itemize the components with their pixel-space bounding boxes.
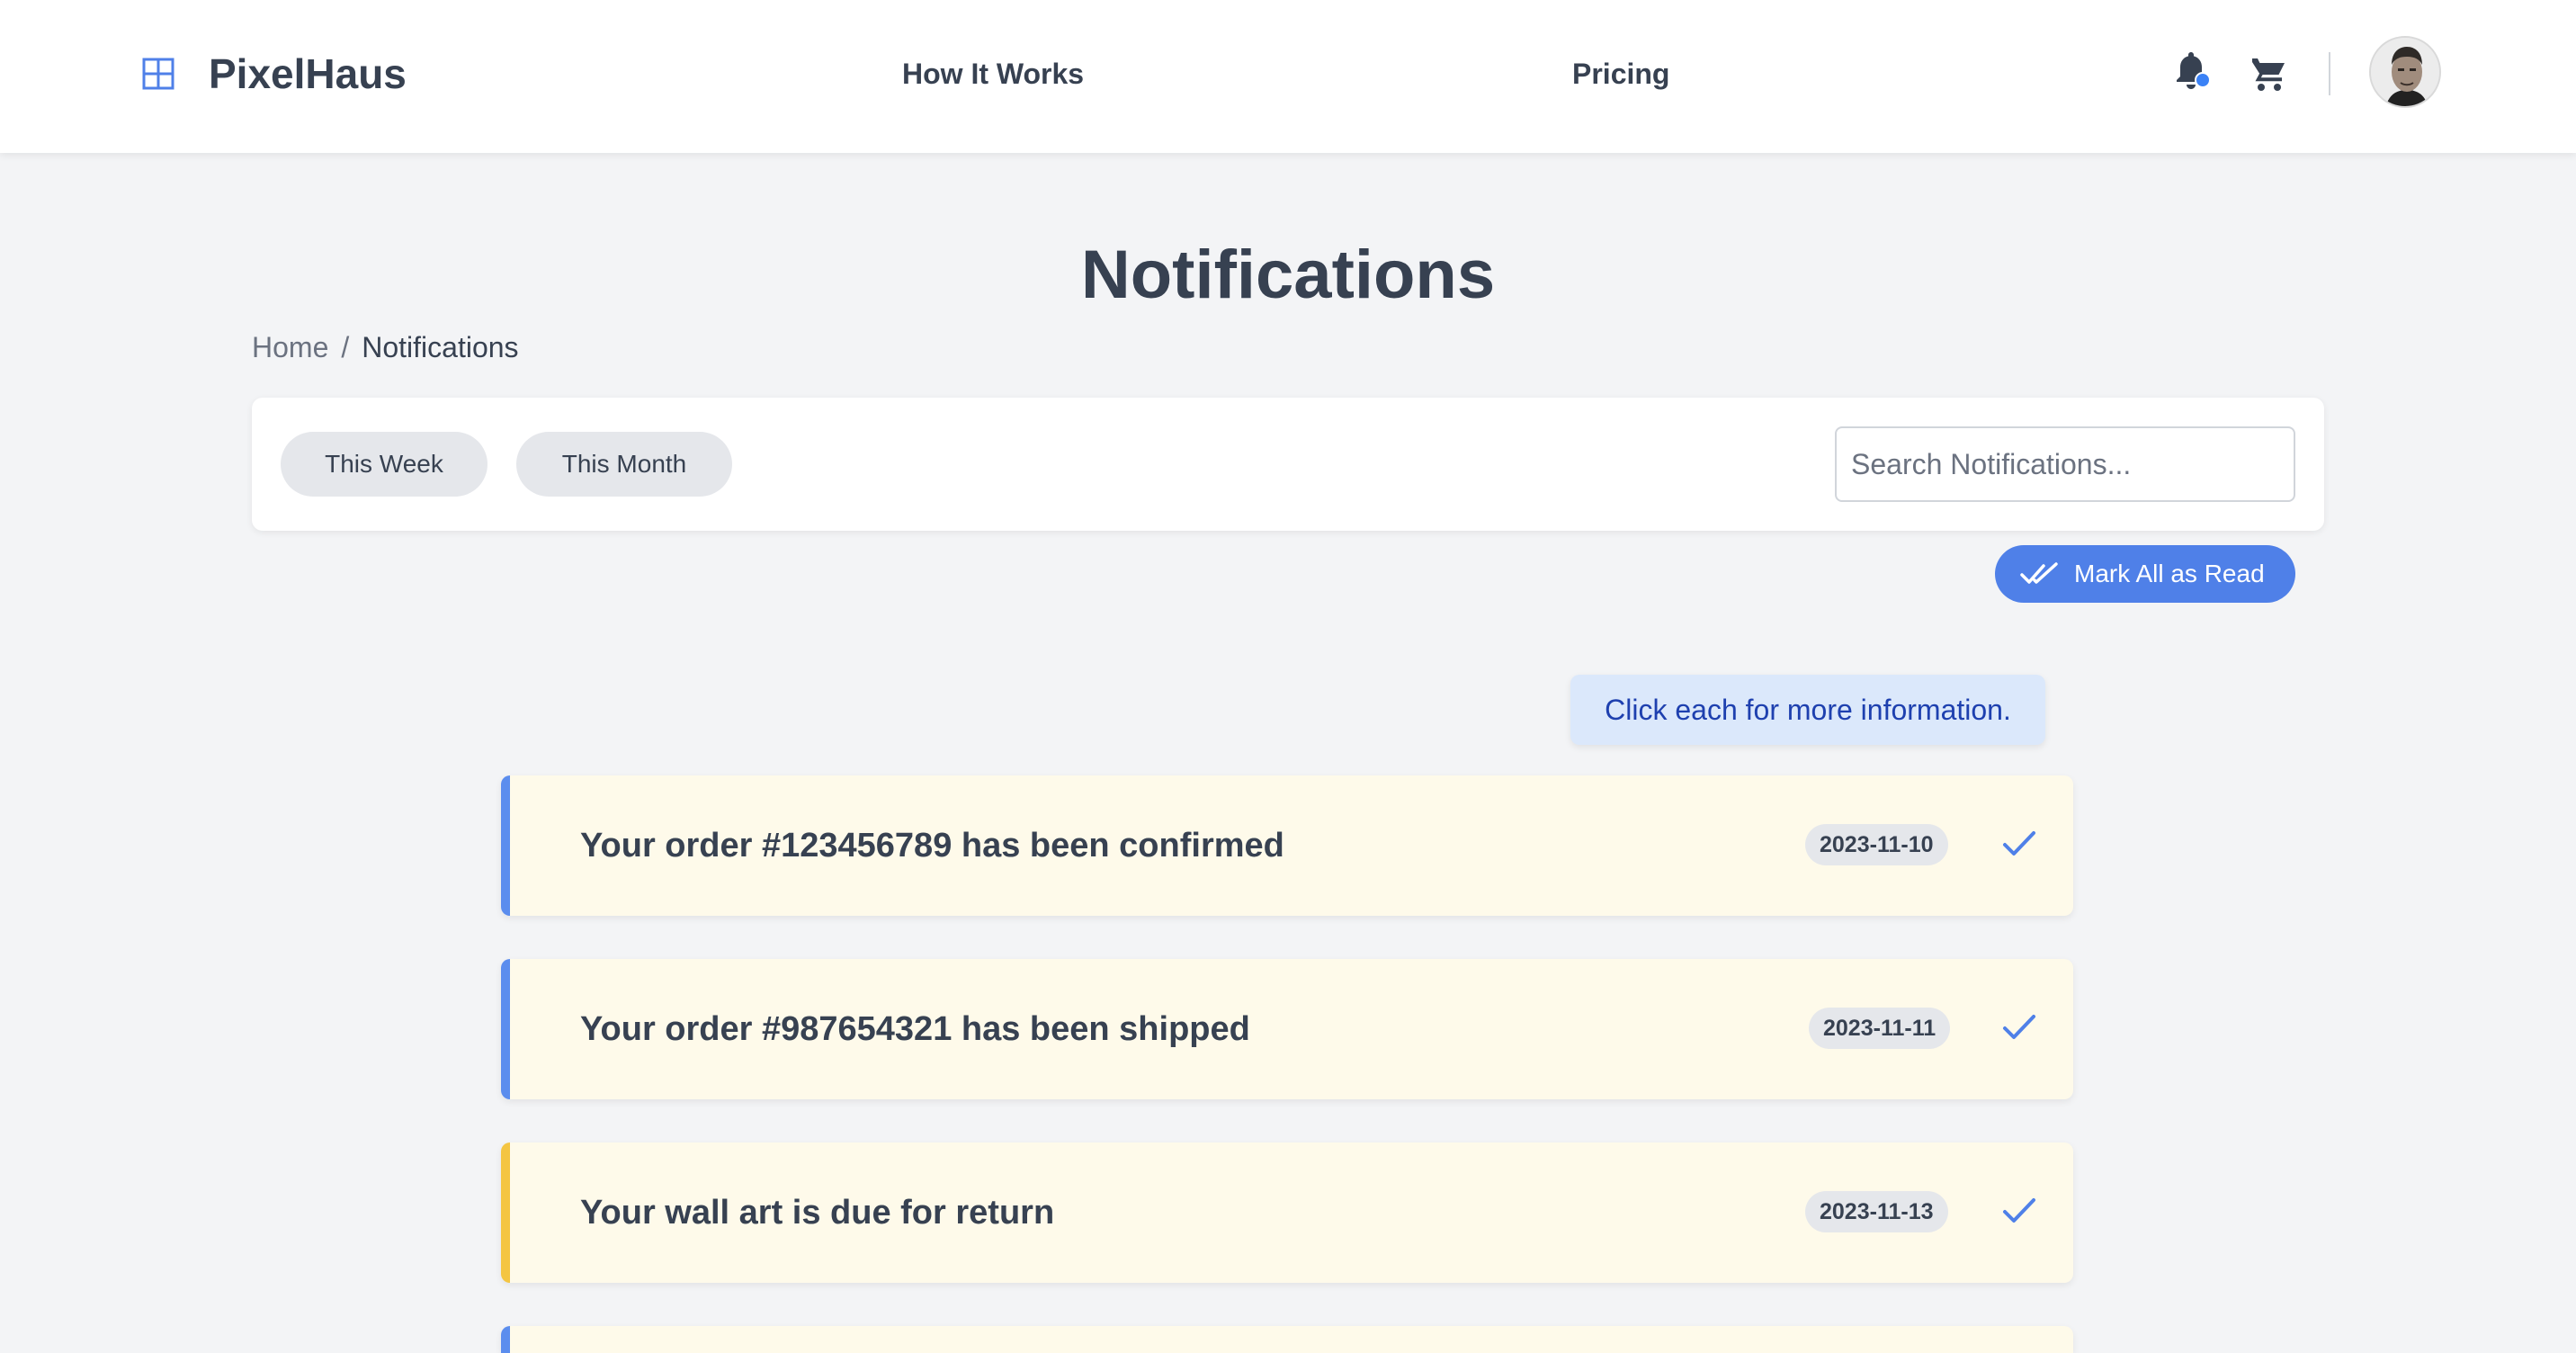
check-icon[interactable]: [2001, 826, 2037, 862]
check-icon[interactable]: [2001, 1009, 2037, 1045]
nav-divider: [2329, 52, 2330, 95]
notification-text: Your order #987654321 has been shipped: [580, 1010, 1250, 1048]
notification-card[interactable]: Your wall art is due for return 2023-11-…: [501, 1142, 2073, 1283]
avatar[interactable]: [2369, 36, 2441, 108]
breadcrumb: Home / Notifications: [252, 329, 519, 365]
breadcrumb-home[interactable]: Home: [252, 331, 328, 363]
top-navbar: PixelHaus How It Works Pricing: [0, 0, 2576, 153]
avatar-image: [2371, 38, 2439, 106]
check-icon[interactable]: [2001, 1193, 2037, 1229]
breadcrumb-separator: /: [341, 331, 350, 363]
nav-link-pricing[interactable]: Pricing: [1572, 58, 1669, 90]
grid-icon[interactable]: [142, 58, 174, 90]
notification-card[interactable]: Your order #123456789 has been confirmed…: [501, 775, 2073, 916]
date-badge: 2023-11-10: [1805, 824, 1948, 865]
notification-text: Your order #123456789 has been confirmed: [580, 827, 1284, 865]
date-badge: 2023-11-13: [1805, 1191, 1948, 1232]
breadcrumb-current: Notifications: [362, 331, 519, 363]
cart-icon[interactable]: [2249, 54, 2288, 94]
nav-link-how-it-works[interactable]: How It Works: [902, 58, 1084, 90]
notification-dot: [2195, 72, 2211, 88]
filter-this-month-button[interactable]: This Month: [516, 432, 732, 497]
content-top-edge: [252, 153, 2324, 166]
brand-name[interactable]: PixelHaus: [209, 50, 407, 97]
notification-card[interactable]: Your order #987654321 has been shipped 2…: [501, 959, 2073, 1099]
filter-this-week-button[interactable]: This Week: [281, 432, 487, 497]
filter-bar: This Week This Month: [252, 398, 2324, 531]
notification-text: Your wall art is due for return: [580, 1194, 1055, 1232]
notification-card-partial[interactable]: [501, 1326, 2073, 1353]
date-badge: 2023-11-11: [1809, 1008, 1951, 1049]
mark-all-read-button[interactable]: Mark All as Read: [1995, 545, 2295, 603]
info-tooltip: Click each for more information.: [1570, 675, 2045, 745]
page-title: Notifications: [1080, 237, 1496, 313]
search-notifications-input[interactable]: [1835, 426, 2295, 502]
mark-all-read-label: Mark All as Read: [2074, 560, 2265, 587]
double-check-icon: [2020, 562, 2058, 584]
